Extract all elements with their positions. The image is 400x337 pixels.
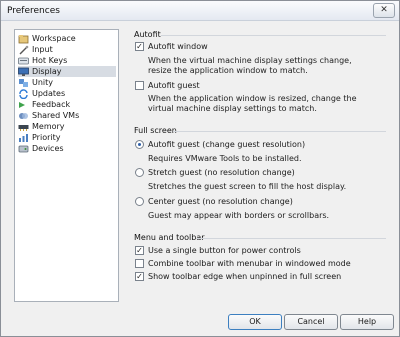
sidebar-item-input[interactable]: Input bbox=[18, 44, 116, 55]
sidebar-item-label: Unity bbox=[32, 78, 54, 87]
toolbar-section-title: Menu and toolbar bbox=[134, 233, 205, 242]
help-button[interactable]: Help bbox=[340, 314, 394, 330]
memory-icon bbox=[18, 122, 29, 132]
sidebar-item-unity[interactable]: Unity bbox=[18, 77, 116, 88]
sidebar-item-label: Memory bbox=[32, 122, 65, 131]
hotkeys-icon bbox=[18, 56, 29, 66]
updates-icon bbox=[18, 88, 29, 99]
sidebar-item-display[interactable]: Display bbox=[18, 66, 116, 77]
autofit-window-checkbox[interactable]: ✓ bbox=[135, 42, 144, 51]
combine-toolbar-checkbox[interactable] bbox=[135, 259, 144, 268]
center-guest-radio[interactable] bbox=[135, 197, 144, 206]
center-guest-radio-label[interactable]: Center guest (no resolution change) bbox=[148, 197, 293, 206]
close-icon: ✕ bbox=[380, 5, 388, 15]
sidebar-item-label: Updates bbox=[32, 89, 66, 98]
sidebar-item-shared-vms[interactable]: Shared VMs bbox=[18, 110, 116, 121]
sidebar-item-updates[interactable]: Updates bbox=[18, 88, 116, 99]
sidebar-item-devices[interactable]: Devices bbox=[18, 143, 116, 154]
input-icon bbox=[18, 45, 29, 55]
close-button[interactable]: ✕ bbox=[373, 3, 395, 18]
preferences-window: Preferences ✕ Workspace Input Hot Keys D… bbox=[0, 0, 400, 337]
title-bar[interactable]: Preferences ✕ bbox=[1, 1, 399, 21]
toolbar-divider bbox=[197, 238, 386, 239]
stretch-guest-radio-label[interactable]: Stretch guest (no resolution change) bbox=[148, 168, 295, 177]
sidebar-item-label: Priority bbox=[32, 133, 61, 142]
show-toolbar-edge-checkbox[interactable]: ✓ bbox=[135, 272, 144, 281]
autofit-guest-radio-label[interactable]: Autofit guest (change guest resolution) bbox=[148, 140, 305, 149]
single-power-button-label[interactable]: Use a single button for power controls bbox=[148, 246, 301, 255]
combine-toolbar-label[interactable]: Combine toolbar with menubar in windowed… bbox=[148, 259, 351, 268]
priority-icon bbox=[18, 133, 29, 143]
center-guest-radio-description: Guest may appear with borders or scrollb… bbox=[148, 211, 330, 220]
feedback-icon bbox=[18, 100, 29, 110]
sidebar-item-label: Shared VMs bbox=[32, 111, 80, 120]
devices-icon bbox=[18, 144, 29, 154]
workspace-icon bbox=[18, 34, 29, 44]
shared-vms-icon bbox=[18, 111, 29, 121]
autofit-guest-checkbox[interactable] bbox=[135, 81, 144, 90]
ok-button[interactable]: OK bbox=[228, 314, 282, 330]
sidebar-item-hot-keys[interactable]: Hot Keys bbox=[18, 55, 116, 66]
sidebar-item-label: Display bbox=[32, 67, 62, 76]
cancel-button[interactable]: Cancel bbox=[284, 314, 338, 330]
autofit-guest-radio[interactable] bbox=[135, 140, 144, 149]
autofit-guest-label[interactable]: Autofit guest bbox=[148, 81, 200, 90]
unity-icon bbox=[18, 78, 29, 88]
sidebar-item-label: Workspace bbox=[32, 34, 76, 43]
sidebar-item-memory[interactable]: Memory bbox=[18, 121, 116, 132]
window-title: Preferences bbox=[7, 6, 60, 16]
autofit-window-description: When the virtual machine display setting… bbox=[148, 56, 352, 75]
autofit-guest-radio-description: Requires VMware Tools to be installed. bbox=[148, 154, 302, 163]
autofit-section-title: Autofit bbox=[134, 30, 161, 39]
fullscreen-section-title: Full screen bbox=[134, 126, 177, 135]
sidebar-item-label: Hot Keys bbox=[32, 56, 68, 65]
sidebar-item-label: Devices bbox=[32, 144, 64, 153]
sidebar-item-workspace[interactable]: Workspace bbox=[18, 33, 116, 44]
show-toolbar-edge-label[interactable]: Show toolbar edge when unpinned in full … bbox=[148, 272, 341, 281]
fullscreen-divider bbox=[173, 131, 386, 132]
sidebar-item-label: Feedback bbox=[32, 100, 71, 109]
sidebar: Workspace Input Hot Keys Display Unity U… bbox=[14, 29, 119, 302]
display-icon bbox=[18, 67, 29, 77]
stretch-guest-radio-description: Stretches the guest screen to fill the h… bbox=[148, 182, 347, 191]
autofit-divider bbox=[161, 35, 386, 36]
sidebar-item-priority[interactable]: Priority bbox=[18, 132, 116, 143]
single-power-button-checkbox[interactable]: ✓ bbox=[135, 246, 144, 255]
autofit-window-label[interactable]: Autofit window bbox=[148, 42, 208, 51]
sidebar-item-label: Input bbox=[32, 45, 53, 54]
stretch-guest-radio[interactable] bbox=[135, 168, 144, 177]
sidebar-item-feedback[interactable]: Feedback bbox=[18, 99, 116, 110]
autofit-guest-description: When the application window is resized, … bbox=[148, 94, 357, 113]
